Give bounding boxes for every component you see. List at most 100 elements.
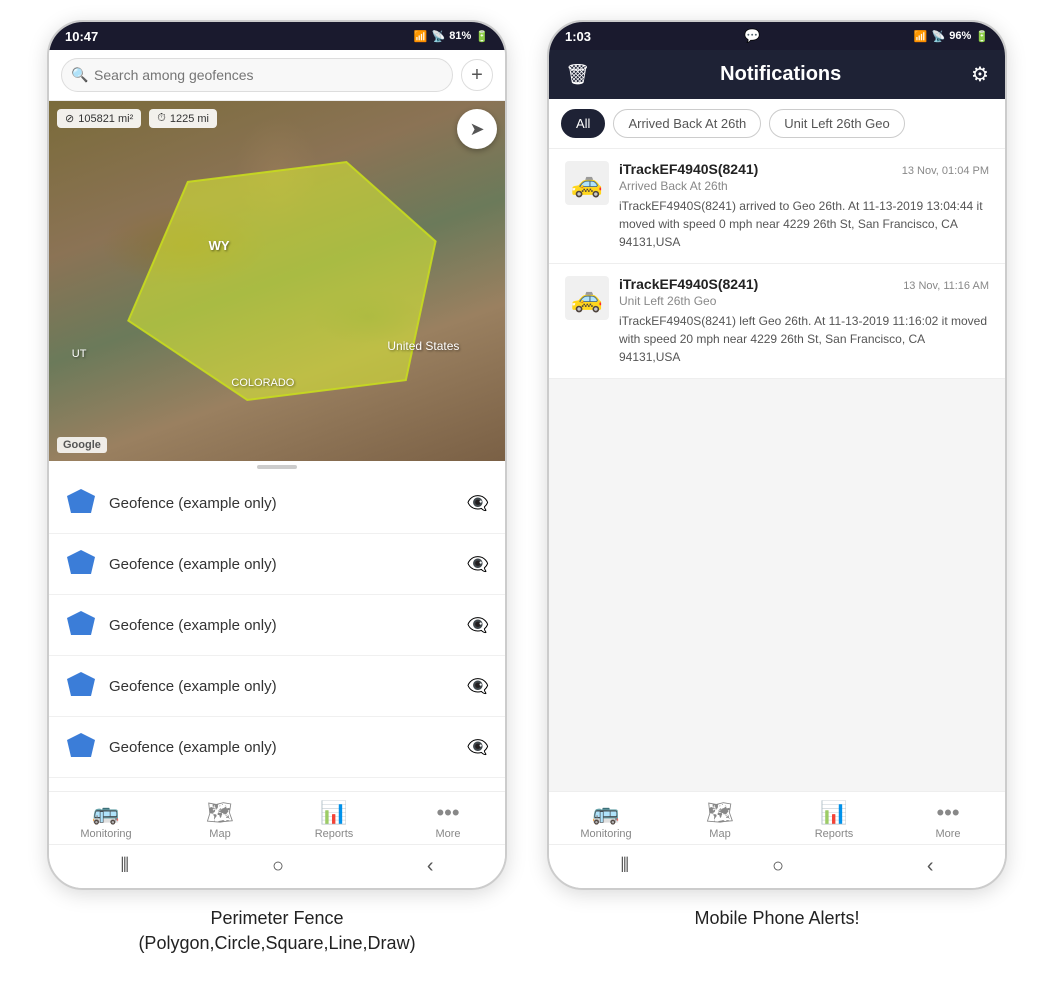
map-label-us: United States — [387, 339, 459, 353]
notification-content: iTrackEF4940S(8241) 13 Nov, 11:16 AM Uni… — [619, 276, 989, 366]
nav-reports[interactable]: 📊 Reports — [804, 800, 864, 840]
android-home-button[interactable]: ○ — [772, 855, 784, 878]
nav-monitoring[interactable]: 🚌 Monitoring — [76, 800, 136, 840]
filter-tab-left[interactable]: Unit Left 26th Geo — [769, 109, 905, 138]
scroll-indicator — [49, 461, 505, 473]
filter-tab-all[interactable]: All — [561, 109, 605, 138]
notifications-header: 🗑 Notifications ⚙ — [549, 50, 1005, 99]
visibility-toggle-icon[interactable]: 👁‍🗨 — [467, 737, 489, 758]
device-name: iTrackEF4940S(8241) — [619, 276, 758, 292]
right-wifi-icon: 📶 — [914, 30, 928, 43]
map-icon: 🗺 — [206, 800, 234, 826]
area-stat: ⊘ 105821 mi² — [57, 109, 141, 128]
visibility-toggle-icon[interactable]: 👁‍🗨 — [467, 554, 489, 575]
geofence-shape-icon — [65, 609, 97, 641]
nav-reports-label: Reports — [815, 828, 854, 840]
visibility-toggle-icon[interactable]: 👁‍🗨 — [467, 676, 489, 697]
map-label-ut: UT — [72, 348, 87, 360]
notification-header-row: iTrackEF4940S(8241) 13 Nov, 01:04 PM — [619, 161, 989, 177]
android-back-button[interactable]: ‹ — [427, 855, 434, 878]
add-geofence-button[interactable]: + — [461, 59, 493, 91]
map-area: ⊘ 105821 mi² ⏱ 1225 mi ➤ WY United State… — [49, 101, 505, 461]
notification-top-row: 🚕 iTrackEF4940S(8241) 13 Nov, 01:04 PM A… — [565, 161, 989, 251]
android-recent-button[interactable]: ⦀ — [620, 855, 629, 878]
visibility-toggle-icon[interactable]: 👁‍🗨 — [467, 493, 489, 514]
right-battery-label: 96% — [949, 30, 971, 42]
left-time: 10:47 — [65, 29, 98, 44]
nav-more[interactable]: ••• More — [918, 800, 978, 840]
monitoring-icon: 🚌 — [92, 800, 119, 826]
nav-map[interactable]: 🗺 Map — [690, 800, 750, 840]
geofence-item-name: Geofence (example only) — [109, 617, 455, 634]
left-status-bar: 10:47 📶 📡 81% 🔋 — [49, 22, 505, 50]
more-icon: ••• — [936, 800, 959, 826]
nav-more[interactable]: ••• More — [418, 800, 478, 840]
filter-tabs: All Arrived Back At 26th Unit Left 26th … — [549, 99, 1005, 149]
geofence-list: Geofence (example only) 👁‍🗨 Geofence (ex… — [49, 473, 505, 791]
chat-icon: 💬 — [744, 28, 760, 44]
nav-map-label: Map — [209, 828, 230, 840]
vehicle-avatar: 🚕 — [565, 276, 609, 320]
notification-time: 13 Nov, 01:04 PM — [902, 165, 989, 177]
android-back-button[interactable]: ‹ — [927, 855, 934, 878]
left-bottom-nav: 🚌 Monitoring 🗺 Map 📊 Reports ••• More — [49, 791, 505, 844]
scroll-pill — [257, 465, 297, 469]
right-caption: Mobile Phone Alerts! — [694, 906, 859, 931]
battery-label: 81% — [449, 30, 471, 42]
google-logo: Google — [57, 437, 107, 453]
monitoring-icon: 🚌 — [592, 800, 619, 826]
right-android-nav: ⦀ ○ ‹ — [549, 844, 1005, 888]
filter-tab-arrived[interactable]: Arrived Back At 26th — [613, 109, 761, 138]
notification-card[interactable]: 🚕 iTrackEF4940S(8241) 13 Nov, 11:16 AM U… — [549, 264, 1005, 379]
signal-icon: 📡 — [432, 30, 446, 43]
vehicle-avatar: 🚕 — [565, 161, 609, 205]
nav-reports[interactable]: 📊 Reports — [304, 800, 364, 840]
geofence-item-name: Geofence (example only) — [109, 556, 455, 573]
geofence-shape-icon — [65, 548, 97, 580]
compass-button[interactable]: ➤ — [457, 109, 497, 149]
area-value: 105821 mi² — [78, 113, 133, 125]
reports-icon: 📊 — [320, 800, 347, 826]
nav-map-label: Map — [709, 828, 730, 840]
geofence-polygon-svg — [49, 101, 505, 461]
nav-monitoring[interactable]: 🚌 Monitoring — [576, 800, 636, 840]
notification-header-row: iTrackEF4940S(8241) 13 Nov, 11:16 AM — [619, 276, 989, 292]
device-name: iTrackEF4940S(8241) — [619, 161, 758, 177]
geofence-item-name: Geofence (example only) — [109, 678, 455, 695]
nav-more-label: More — [935, 828, 960, 840]
right-battery-icon: 🔋 — [975, 30, 989, 43]
nav-reports-label: Reports — [315, 828, 354, 840]
list-item[interactable]: Geofence (example only) 👁‍🗨 — [49, 778, 505, 791]
search-icon: 🔍 — [71, 67, 88, 84]
time-icon: ⏱ — [157, 112, 166, 125]
android-recent-button[interactable]: ⦀ — [120, 855, 129, 878]
battery-icon: 🔋 — [475, 30, 489, 43]
search-input-wrapper: 🔍 — [61, 58, 453, 92]
right-status-icons: 📶 📡 96% 🔋 — [914, 30, 989, 43]
android-home-button[interactable]: ○ — [272, 855, 284, 878]
geofence-item-name: Geofence (example only) — [109, 739, 455, 756]
right-phone: 1:03 💬 📶 📡 96% 🔋 🗑 Notifications ⚙ All A… — [547, 20, 1007, 890]
settings-button[interactable]: ⚙ — [971, 62, 989, 87]
right-bottom-nav: 🚌 Monitoring 🗺 Map 📊 Reports ••• More — [549, 791, 1005, 844]
right-status-bar: 1:03 💬 📶 📡 96% 🔋 — [549, 22, 1005, 50]
list-item[interactable]: Geofence (example only) 👁‍🗨 — [49, 717, 505, 778]
area-icon: ⊘ — [65, 112, 74, 125]
left-caption: Perimeter Fence(Polygon,Circle,Square,Li… — [138, 906, 415, 956]
left-phone-wrapper: 10:47 📶 📡 81% 🔋 🔍 + — [47, 20, 507, 956]
visibility-toggle-icon[interactable]: 👁‍🗨 — [467, 615, 489, 636]
nav-map[interactable]: 🗺 Map — [190, 800, 250, 840]
map-label-wy: WY — [209, 238, 230, 253]
delete-button[interactable]: 🗑 — [565, 62, 590, 87]
geofence-shape-icon — [65, 487, 97, 519]
geofence-search-input[interactable] — [61, 58, 453, 92]
right-phone-wrapper: 1:03 💬 📶 📡 96% 🔋 🗑 Notifications ⚙ All A… — [547, 20, 1007, 931]
notification-top-row: 🚕 iTrackEF4940S(8241) 13 Nov, 11:16 AM U… — [565, 276, 989, 366]
list-item[interactable]: Geofence (example only) 👁‍🗨 — [49, 656, 505, 717]
list-item[interactable]: Geofence (example only) 👁‍🗨 — [49, 534, 505, 595]
list-item[interactable]: Geofence (example only) 👁‍🗨 — [49, 473, 505, 534]
notification-event: Arrived Back At 26th — [619, 179, 989, 193]
list-item[interactable]: Geofence (example only) 👁‍🗨 — [49, 595, 505, 656]
geofence-shape-icon — [65, 731, 97, 763]
notification-card[interactable]: 🚕 iTrackEF4940S(8241) 13 Nov, 01:04 PM A… — [549, 149, 1005, 264]
